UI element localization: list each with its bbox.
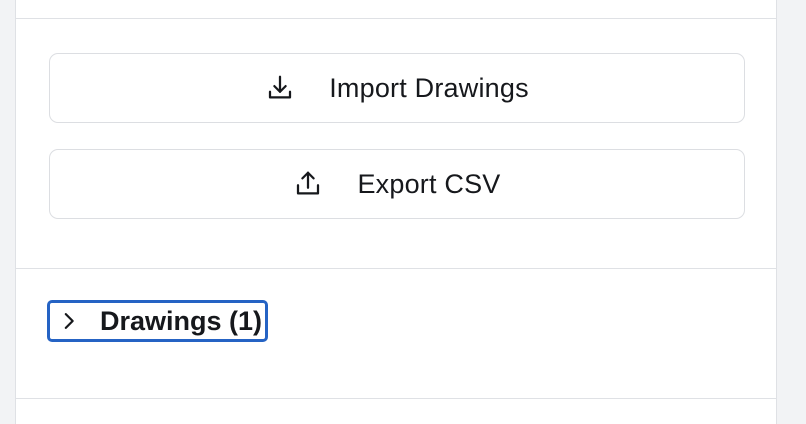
import-drawings-button[interactable]: Import Drawings (49, 53, 745, 123)
divider-top (16, 18, 776, 19)
drawings-section-toggle[interactable]: Drawings (1) (47, 300, 269, 342)
export-csv-label: Export CSV (357, 168, 501, 199)
upload-icon (293, 169, 323, 199)
side-panel: Import Drawings Export CSV Drawings (1) (15, 0, 777, 424)
drawings-section-label: Drawings (1) (100, 305, 263, 336)
download-icon (265, 73, 295, 103)
import-drawings-label: Import Drawings (329, 72, 529, 103)
chevron-right-icon (58, 310, 80, 332)
export-csv-button[interactable]: Export CSV (49, 149, 745, 219)
divider-bottom (16, 398, 776, 399)
divider-middle (16, 268, 776, 269)
